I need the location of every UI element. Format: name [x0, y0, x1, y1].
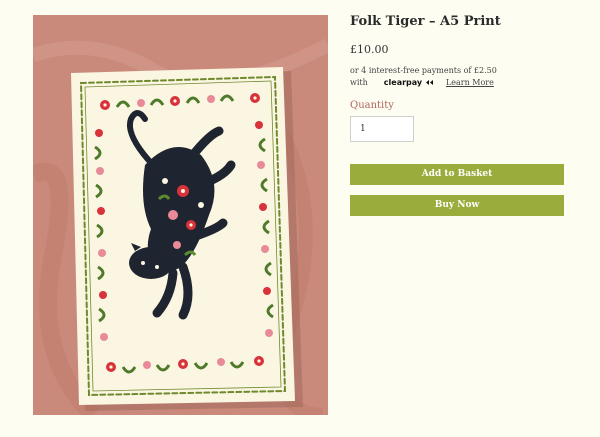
- clearpay-logo-icon: clearpay: [384, 77, 434, 89]
- installments-row: with clearpay Learn More: [350, 77, 565, 89]
- quantity-input[interactable]: [350, 116, 414, 142]
- buy-now-button[interactable]: Buy Now: [350, 195, 564, 216]
- clearpay-arrows-icon: [425, 80, 433, 85]
- product-title: Folk Tiger – A5 Print: [350, 14, 501, 29]
- product-price: £10.00: [350, 43, 389, 56]
- installments-text: or 4 interest-free payments of £2.50: [350, 66, 497, 75]
- clearpay-installments: or 4 interest-free payments of £2.50 wit…: [350, 65, 565, 89]
- quantity-label: Quantity: [350, 100, 394, 111]
- add-to-basket-button[interactable]: Add to Basket: [350, 164, 564, 185]
- product-image[interactable]: [33, 15, 328, 415]
- with-text: with: [350, 78, 368, 87]
- product-page: Folk Tiger – A5 Print £10.00 or 4 intere…: [0, 0, 600, 437]
- folk-tiger-print-illustration: [33, 15, 328, 415]
- learn-more-link[interactable]: Learn More: [446, 77, 494, 89]
